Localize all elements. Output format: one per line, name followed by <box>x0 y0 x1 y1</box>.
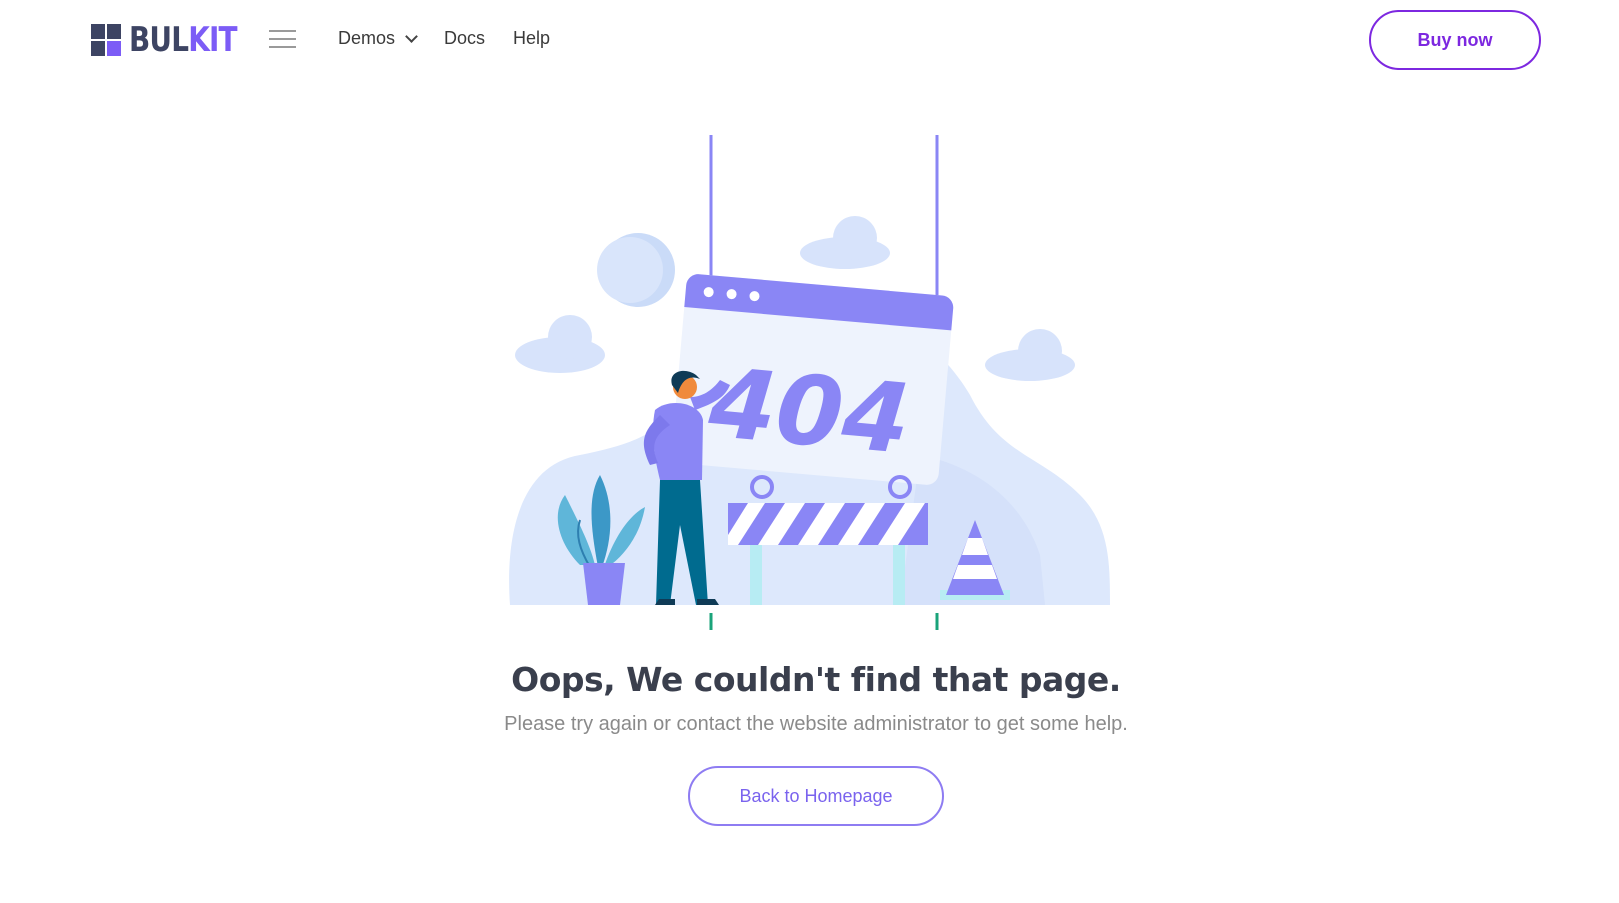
logo-mark-icon <box>91 24 121 56</box>
sign-404-text: 404 <box>704 347 914 476</box>
logo-text-dark: BUL <box>129 20 189 60</box>
bulkit-logo[interactable]: BULKIT <box>91 22 260 58</box>
buy-now-button[interactable]: Buy now <box>1369 10 1541 70</box>
back-to-homepage-button[interactable]: Back to Homepage <box>688 766 944 826</box>
moon-icon <box>597 233 675 307</box>
404-sign: 404 <box>671 274 954 485</box>
cloud-icon <box>800 216 890 269</box>
main-nav: Demos Docs Help <box>338 28 578 49</box>
chevron-down-icon <box>405 30 418 43</box>
top-navbar: BULKIT Demos Docs Help Buy now <box>0 0 1619 80</box>
logo-text: BULKIT <box>129 20 238 60</box>
404-illustration: 404 <box>500 135 1120 655</box>
logo-text-accent: KIT <box>188 20 237 60</box>
nav-item-demos[interactable]: Demos <box>338 28 418 49</box>
cloud-icon <box>985 329 1075 381</box>
cloud-icon <box>515 315 605 373</box>
page-title: Oops, We couldn't find that page. <box>511 660 1121 699</box>
page-subtitle: Please try again or contact the website … <box>504 713 1128 735</box>
nav-item-docs[interactable]: Docs <box>444 28 485 49</box>
404-illustration-svg: 404 <box>509 135 1111 630</box>
nav-item-help[interactable]: Help <box>513 28 550 49</box>
hamburger-menu-icon[interactable] <box>269 30 296 50</box>
nav-item-demos-label: Demos <box>338 28 396 48</box>
nav-item-help-label: Help <box>513 28 551 48</box>
nav-item-docs-label: Docs <box>444 28 486 48</box>
